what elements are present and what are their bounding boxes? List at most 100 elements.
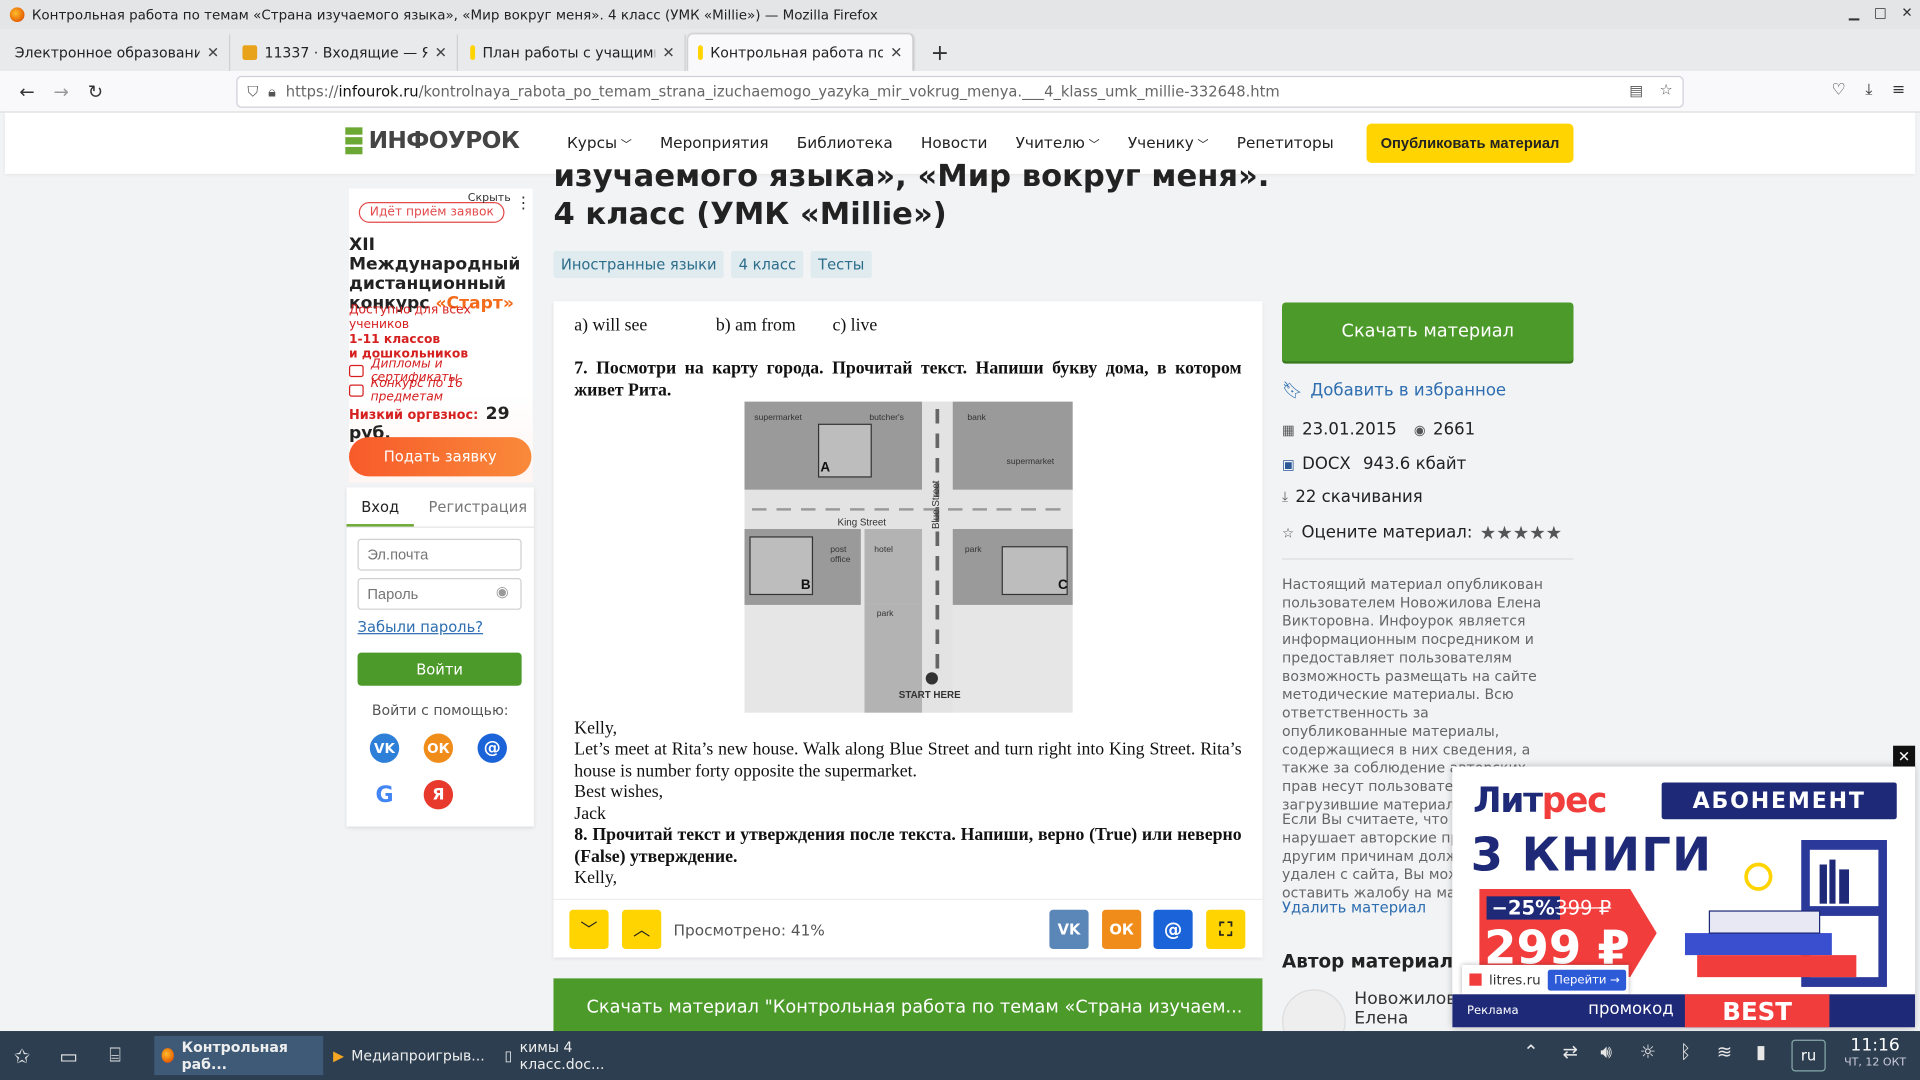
delete-material-link[interactable]: Удалить материал (1282, 899, 1426, 916)
menu-news[interactable]: Новости (921, 133, 988, 151)
town-map: supermarket butcher's bank supermarket K… (744, 401, 1073, 713)
volume-icon[interactable]: 🔊︎ (1600, 1041, 1612, 1063)
minimize-icon[interactable]: ▁ (1849, 5, 1859, 21)
downloads-icon[interactable]: ⤓ (1865, 81, 1872, 99)
infourok-logo[interactable]: ИНФОУРОК (345, 127, 520, 155)
hide-ad-link[interactable]: Скрыть (468, 192, 511, 204)
close-tab-icon[interactable]: ✕ (662, 44, 674, 61)
tab-3[interactable]: План работы с учащимися ✕ (460, 34, 686, 72)
address-bar[interactable]: ⛉ 🔒︎ https://infourok.ru/kontrolnaya_rab… (236, 75, 1684, 108)
tag-type[interactable]: Тесты (810, 251, 872, 278)
word-file-icon: ▣ (1282, 456, 1295, 473)
go-button[interactable]: Перейти → (1548, 969, 1627, 991)
show-desktop-icon[interactable]: ▭ (51, 1038, 85, 1072)
menu-icon[interactable]: ≡ (1892, 81, 1905, 99)
reader-mode-icon[interactable]: ▤ (1629, 82, 1643, 99)
email-field[interactable] (357, 538, 522, 571)
menu-teacher[interactable]: Учителю ﹀ (1016, 133, 1100, 151)
share-ok-button[interactable]: ОК (1102, 909, 1142, 949)
shield-icon[interactable]: ⛉ (247, 83, 258, 101)
tab-register[interactable]: Регистрация (414, 487, 542, 526)
tab-label: Контрольная работа по т (710, 44, 883, 62)
ad-label: Реклама (1466, 1004, 1519, 1018)
status-badge: Идёт приём заявок (358, 202, 505, 223)
forgot-password-link[interactable]: Забыли пароль? (358, 618, 483, 635)
taskbar: ✩ ▭ ⌸ Контрольная раб... ▶ Медиапроигрыв.… (0, 1031, 1920, 1080)
google-icon[interactable]: G (369, 780, 400, 810)
tag-grade[interactable]: 4 класс (731, 251, 804, 278)
close-tab-icon[interactable]: ✕ (890, 44, 902, 61)
network-share-icon[interactable]: ⇄ (1562, 1041, 1577, 1063)
tag-list: Иностранные языки 4 класс Тесты (553, 251, 872, 278)
tab-login[interactable]: Вход (346, 487, 414, 527)
fullscreen-button[interactable]: ⛶ (1206, 909, 1246, 949)
back-icon[interactable]: ← (10, 80, 44, 102)
menu-tutors[interactable]: Репетиторы (1237, 133, 1334, 151)
download-button[interactable]: Скачать материал (1282, 302, 1574, 362)
share-mailru-button[interactable]: @ (1153, 909, 1193, 949)
battery-icon[interactable]: ▮ (1756, 1041, 1766, 1063)
file-manager-icon[interactable]: ⌸ (98, 1038, 132, 1072)
scroll-down-button[interactable]: ﹀ (569, 909, 609, 949)
vk-icon: VK (1057, 920, 1081, 938)
menu-courses[interactable]: Курсы ﹀ (567, 133, 632, 151)
forward-icon[interactable]: → (44, 80, 78, 102)
tab-bar: Электронное образование Р ✕ 11337 · Вход… (0, 29, 1920, 72)
maximize-icon[interactable]: □ (1874, 5, 1887, 21)
ok-icon: ОК (1109, 920, 1134, 938)
task-document[interactable]: ▯ кимы 4 класс.doc... (497, 1036, 666, 1075)
task-firefox[interactable]: Контрольная раб... (154, 1035, 324, 1076)
chevron-up-icon: ︿ (633, 920, 651, 941)
bluetooth-icon[interactable]: ᛒ (1680, 1041, 1691, 1063)
yandex-icon[interactable]: Я (423, 780, 454, 810)
author-heading: Автор материала (1282, 950, 1466, 973)
mailru-icon: @ (1163, 918, 1183, 941)
share-vk-button[interactable]: VK (1049, 909, 1089, 949)
tab-4[interactable]: Контрольная работа по т ✕ (688, 34, 914, 72)
mailru-icon[interactable]: @ (477, 733, 507, 763)
reload-icon[interactable]: ↻ (78, 80, 112, 102)
tag-subject[interactable]: Иностранные языки (553, 251, 724, 278)
material-rating: ☆ Оцените материал: ★★★★★ (1282, 521, 1563, 544)
ok-icon[interactable]: ОК (423, 733, 454, 763)
menu-student[interactable]: Ученику ﹀ (1128, 133, 1209, 151)
apply-button[interactable]: Подать заявку (348, 437, 532, 477)
map-block (864, 528, 923, 605)
scroll-up-button[interactable]: ︿ (622, 909, 662, 949)
promo-code: BEST (1684, 994, 1830, 1028)
publish-button[interactable]: Опубликовать материал (1366, 123, 1574, 163)
add-favorite-link[interactable]: 🔖︎ Добавить в избранное (1282, 381, 1506, 401)
bookmark-star-icon[interactable]: ☆ (1659, 81, 1672, 98)
material-date: ▦ 23.01.2015 ◉ 2661 (1282, 420, 1476, 440)
new-tab-icon[interactable]: + (916, 40, 964, 71)
tray-expand-icon[interactable]: ⌃ (1523, 1041, 1538, 1063)
lock-icon[interactable]: 🔒︎ (268, 83, 276, 101)
more-icon[interactable]: ⋮ (516, 195, 532, 213)
pocket-icon[interactable]: ♡ (1831, 81, 1845, 99)
rating-stars[interactable]: ★★★★★ (1480, 522, 1562, 544)
brightness-icon[interactable]: ☼ (1640, 1041, 1656, 1063)
diploma-icon (348, 364, 364, 378)
close-tab-icon[interactable]: ✕ (435, 44, 447, 61)
download-banner[interactable]: Скачать материал "Контрольная работа по … (553, 978, 1263, 1038)
wifi-icon[interactable]: ≋ (1717, 1041, 1732, 1063)
clock[interactable]: 11:16 ЧТ, 12 ОКТ (1844, 1037, 1906, 1071)
start-menu-icon[interactable]: ✩ (5, 1038, 39, 1072)
menu-library[interactable]: Библиотека (797, 133, 893, 151)
litres-ad[interactable]: Литрес АБОНЕМЕНТ 3 КНИГИ −25% 399 ₽ 299 … (1452, 766, 1916, 1028)
close-ad-icon[interactable]: ✕ (1893, 745, 1916, 768)
vk-icon[interactable]: VK (369, 733, 400, 763)
tab-2[interactable]: 11337 · Входящие — Яндекс ✕ (233, 34, 458, 72)
chevron-down-icon: ﹀ (1197, 139, 1209, 152)
tab-label: 11337 · Входящие — Яндекс (264, 44, 427, 62)
task-media-player[interactable]: ▶ Медиапроигрыв... (326, 1036, 495, 1075)
keyboard-layout[interactable]: ru (1791, 1039, 1826, 1072)
close-tab-icon[interactable]: ✕ (207, 44, 219, 61)
doc-icon (470, 45, 476, 61)
show-password-icon[interactable]: ◉ (496, 583, 509, 600)
login-button[interactable]: Войти (357, 652, 522, 686)
menu-events[interactable]: Мероприятия (660, 133, 769, 151)
tab-1[interactable]: Электронное образование Р ✕ (5, 34, 231, 72)
question-8: 8. Прочитай текст и утверждения после те… (574, 825, 1242, 867)
close-icon[interactable]: ✕ (1901, 5, 1912, 21)
